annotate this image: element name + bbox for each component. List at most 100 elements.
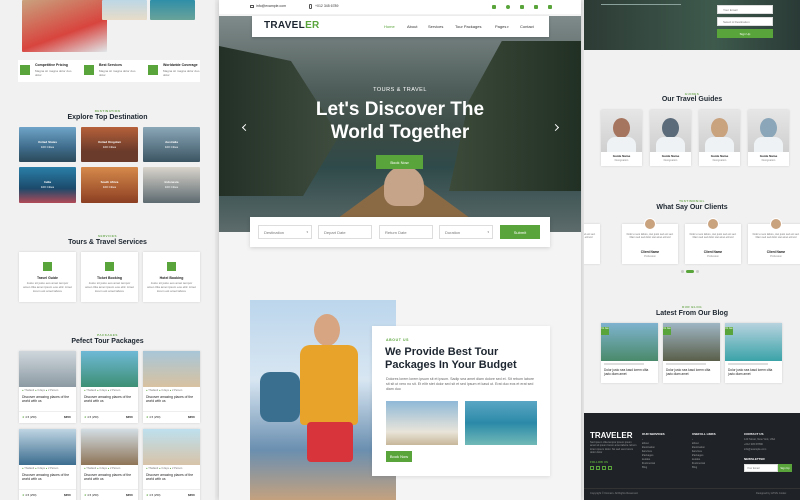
package-card[interactable]: ● Thailand ● 3 days ● 2 Person Discover … xyxy=(19,351,76,423)
nav-pages[interactable]: Pages ▾ xyxy=(495,24,509,29)
carousel-dot[interactable] xyxy=(681,270,684,273)
client-avatar xyxy=(770,218,782,230)
nav-about[interactable]: About xyxy=(407,24,417,29)
destination-card[interactable]: Australia 100 Cities xyxy=(143,127,200,162)
services-title: Tours & Travel Services xyxy=(68,239,147,246)
carousel-dot[interactable] xyxy=(696,270,699,273)
service-card[interactable]: Ticket Booking Justo sit justo eos amet … xyxy=(81,252,138,302)
package-title[interactable]: Discover amazing places of the world wit… xyxy=(22,395,72,403)
service-card[interactable]: Travel Guide Justo sit justo eos amet te… xyxy=(19,252,76,302)
package-card[interactable]: ● Thailand ● 3 days ● 2 Person Discover … xyxy=(81,351,138,423)
testimonial-card: Dolor et eos labore, stet justo sed est … xyxy=(748,218,800,264)
twitter-icon[interactable] xyxy=(506,5,510,9)
youtube-icon[interactable] xyxy=(548,5,552,9)
nav-home[interactable]: Home xyxy=(384,24,395,29)
duration-select[interactable]: Duration ▾ xyxy=(439,225,493,239)
package-card[interactable]: ● Thailand ● 3 days ● 2 Person Discover … xyxy=(143,351,200,423)
guides-title: Our Travel Guides xyxy=(661,96,723,103)
package-title[interactable]: Discover amazing places of the world wit… xyxy=(146,473,196,481)
nav-contact[interactable]: Contact xyxy=(520,24,534,29)
package-card[interactable]: ● Thailand ● 3 days ● 2 Person Discover … xyxy=(19,429,76,500)
package-price: $350 xyxy=(64,493,71,497)
footer-email-input[interactable]: Your Email xyxy=(744,464,778,472)
guide-name: Guide Name xyxy=(661,154,680,158)
client-name: Client Name xyxy=(766,250,786,254)
linkedin-icon[interactable] xyxy=(602,466,606,470)
instagram-icon[interactable] xyxy=(608,466,612,470)
nav-pages-label: Pages xyxy=(495,24,507,29)
guide-photo xyxy=(650,110,691,152)
guide-card[interactable]: Guide Name Designation xyxy=(601,110,642,166)
linkedin-icon[interactable] xyxy=(520,5,524,9)
logo[interactable]: TRAVELER xyxy=(264,20,320,31)
blog-text[interactable]: Dolor justo sea kasd lorem clita justo d… xyxy=(666,368,716,376)
search-submit-button[interactable]: Submit xyxy=(500,225,540,239)
package-card[interactable]: ● Thailand ● 3 days ● 2 Person Discover … xyxy=(81,429,138,500)
package-rating-value: 4.5 (250) xyxy=(25,415,37,419)
widget-signup-button[interactable]: Sign Up xyxy=(717,29,773,38)
feature-icon xyxy=(84,65,94,75)
depart-date-input[interactable]: Depart Date xyxy=(318,225,372,239)
footer-designed: Designed by HTML Codex xyxy=(756,492,787,495)
hotel-icon xyxy=(167,262,176,271)
blog-card[interactable]: 01 Jan Dolor justo sea kasd lorem clita … xyxy=(725,323,782,383)
package-divider xyxy=(19,489,76,490)
package-price: $350 xyxy=(126,415,133,419)
blog-card[interactable]: 01 Jan Dolor justo sea kasd lorem clita … xyxy=(601,323,658,383)
facebook-icon[interactable] xyxy=(492,5,496,9)
destination-card[interactable]: United Kingdom 100 Cities xyxy=(81,127,138,162)
footer-signup-button[interactable]: Sign Up xyxy=(778,464,792,472)
topbar-email[interactable]: info@example.com xyxy=(256,4,286,8)
destination-card[interactable]: India 100 Cities xyxy=(19,167,76,203)
destination-name: Australia xyxy=(165,140,178,144)
guide-body xyxy=(705,137,734,152)
chevron-down-icon: ▾ xyxy=(506,25,509,29)
package-card[interactable]: ● Thailand ● 3 days ● 2 Person Discover … xyxy=(143,429,200,500)
return-date-input[interactable]: Return Date xyxy=(379,225,433,239)
package-photo xyxy=(19,351,76,387)
carousel-dot-active[interactable] xyxy=(686,270,694,273)
destination-select[interactable]: Destination ▾ xyxy=(258,225,312,239)
blog-text[interactable]: Dolor justo sea kasd lorem clita justo d… xyxy=(728,368,778,376)
package-title[interactable]: Discover amazing places of the world wit… xyxy=(146,395,196,403)
hero-book-button[interactable]: Book Now xyxy=(376,155,423,169)
package-title[interactable]: Discover amazing places of the world wit… xyxy=(84,473,134,481)
destination-card[interactable]: Indonesia 100 Cities xyxy=(143,167,200,203)
destination-count: 100 Cities xyxy=(102,185,117,189)
footer-link[interactable]: › Blog xyxy=(692,462,697,470)
footer-about: Sed ipsum clita tempor ipsum ipsum amet … xyxy=(590,441,637,455)
guide-card[interactable]: Guide Name Designation xyxy=(699,110,740,166)
package-title[interactable]: Discover amazing places of the world wit… xyxy=(22,473,72,481)
feature-title: Worldwide Coverage xyxy=(163,63,198,67)
widget-email-input[interactable]: Your Email xyxy=(717,5,773,14)
mail-icon xyxy=(250,5,254,8)
footer-link-label: Blog xyxy=(642,466,648,469)
package-title[interactable]: Discover amazing places of the world wit… xyxy=(84,395,134,403)
about-book-button[interactable]: Book Now xyxy=(386,451,412,462)
guide-card[interactable]: Guide Name Designation xyxy=(650,110,691,166)
topbar-phone[interactable]: +012 345 6789 xyxy=(315,4,338,8)
ticket-icon xyxy=(105,262,114,271)
nav-tour-packages[interactable]: Tour Packages xyxy=(455,24,481,29)
facebook-icon[interactable] xyxy=(596,466,600,470)
guide-photo xyxy=(699,110,740,152)
footer-logo[interactable]: TRAVELER xyxy=(590,431,633,440)
service-card[interactable]: Hotel Booking Justo sit justo eos amet t… xyxy=(143,252,200,302)
nav-services[interactable]: Services xyxy=(428,24,443,29)
widget-destination-select[interactable]: Select A Destination xyxy=(717,17,773,26)
footer-link[interactable]: › Blog xyxy=(642,462,647,470)
guide-body xyxy=(754,137,783,152)
guide-role: Designation xyxy=(712,159,727,162)
blog-card[interactable]: 01 Jan Dolor justo sea kasd lorem clita … xyxy=(663,323,720,383)
destination-card[interactable]: South Africa 100 Cities xyxy=(81,167,138,203)
client-name: Client Name xyxy=(640,250,660,254)
twitter-icon[interactable] xyxy=(590,466,594,470)
blog-text[interactable]: Dolor justo sea kasd lorem clita justo d… xyxy=(604,368,654,376)
destination-count: 100 Cities xyxy=(40,185,55,189)
instagram-icon[interactable] xyxy=(534,5,538,9)
client-role: Profession xyxy=(584,255,600,259)
footer-address: 123 Street, New York, USA xyxy=(744,438,776,441)
package-rating-value: 4.5 (250) xyxy=(87,493,99,497)
destination-card[interactable]: United States 100 Cities xyxy=(19,127,76,162)
guide-card[interactable]: Guide Name Designation xyxy=(748,110,789,166)
